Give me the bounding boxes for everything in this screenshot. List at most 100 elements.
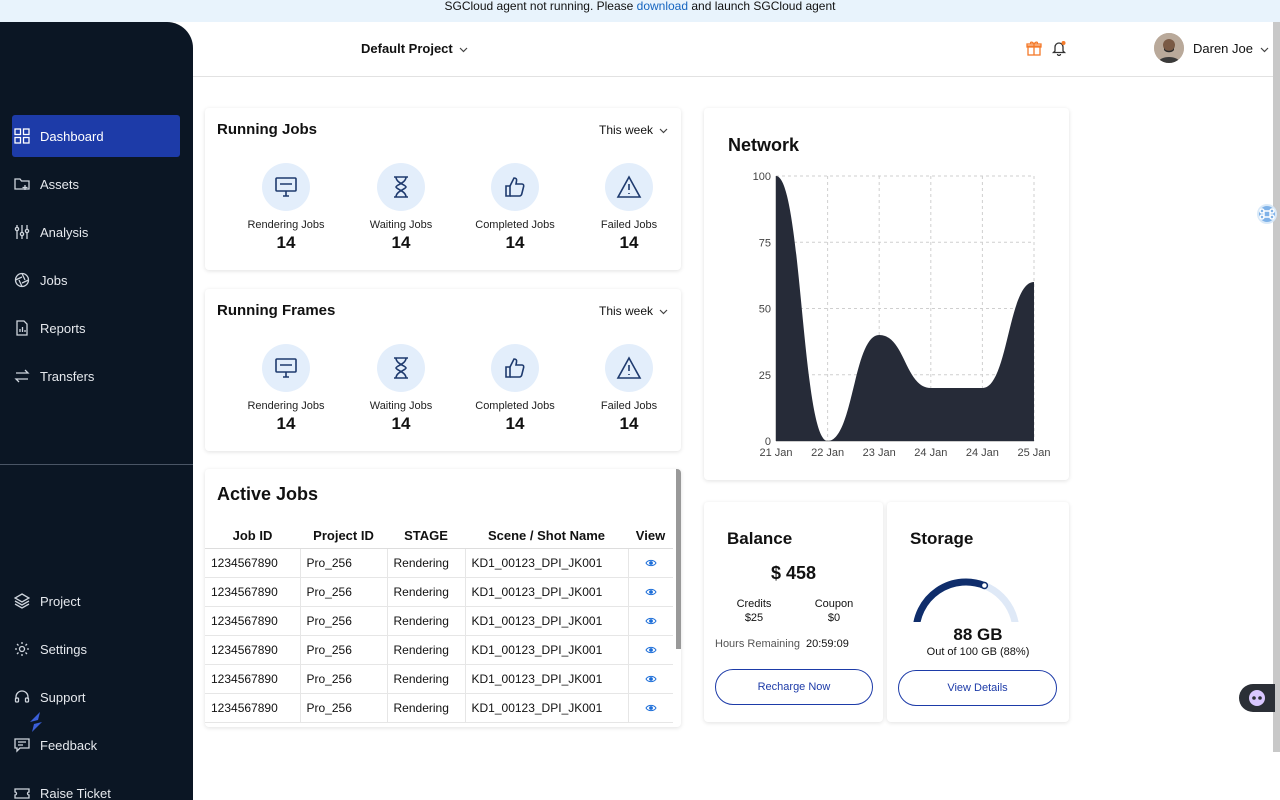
sidebar-item-settings[interactable]: Settings [12, 628, 180, 670]
active-jobs-card: Active Jobs Job ID Project ID STAGE Scen… [205, 469, 681, 727]
sidebar-item-label: Dashboard [40, 128, 104, 144]
table-cell: Pro_256 [300, 635, 388, 665]
column-header: STAGE [387, 523, 465, 549]
stat-label: Completed Jobs [475, 219, 555, 231]
recharge-now-button[interactable]: Recharge Now [715, 669, 873, 705]
hourglass-icon [377, 344, 425, 392]
card-title: Running Frames [217, 302, 336, 319]
stat-label: Completed Jobs [475, 400, 555, 412]
table-cell: 1234567890 [205, 693, 301, 723]
stat-label: Rendering Jobs [247, 219, 325, 231]
storage-used: 88 GB [953, 625, 1003, 644]
eye-icon[interactable] [645, 556, 657, 570]
card-title: Balance [727, 529, 793, 548]
brand-logo-icon [26, 710, 46, 734]
bell-icon[interactable] [1051, 40, 1069, 58]
sidebar-item-transfers[interactable]: Transfers [12, 355, 180, 397]
view-cell [628, 548, 673, 578]
column-header: View [628, 523, 673, 549]
sidebar-item-label: Transfers [40, 368, 95, 384]
headset-icon [14, 689, 30, 705]
eye-icon[interactable] [645, 672, 657, 686]
sidebar-item-jobs[interactable]: Jobs [12, 259, 180, 301]
thumbs-up-icon [491, 163, 539, 211]
stat-value: 14 [391, 233, 411, 252]
project-selector[interactable]: Default Project [361, 41, 468, 56]
x-tick-label: 25 Jan [1017, 447, 1050, 459]
sidebar-item-assets[interactable]: Assets [12, 163, 180, 205]
sidebar-item-raise-ticket[interactable]: Raise Ticket [12, 772, 180, 800]
table-cell: KD1_00123_DPI_JK001 [465, 635, 629, 665]
eye-icon[interactable] [645, 585, 657, 599]
sidebar-item-analysis[interactable]: Analysis [12, 211, 180, 253]
ticket-icon [14, 785, 30, 800]
gauge-fill [913, 578, 988, 622]
eye-icon[interactable] [645, 643, 657, 657]
network-card: Network 0 25 50 75 100 21 Jan 22 Jan 23 Jan 24 J… [704, 108, 1069, 480]
storage-card: Storage 88 GB Out of 100 GB (88%) View D… [887, 502, 1069, 722]
sidebar-item-dashboard[interactable]: Dashboard [12, 115, 180, 157]
x-tick-label: 24 Jan [914, 447, 947, 459]
stat-value: 14 [391, 414, 411, 433]
project-name: Default Project [361, 41, 453, 56]
view-cell [628, 664, 673, 694]
table-cell: KD1_00123_DPI_JK001 [465, 548, 629, 578]
table-row: 1234567890 Pro_256 Rendering KD1_00123_DPI_… [205, 548, 673, 578]
sidebar-item-label: Support [40, 689, 86, 705]
hours-remaining-value: 20:59:09 [806, 638, 849, 650]
view-cell [628, 635, 673, 665]
gift-icon[interactable] [1026, 40, 1044, 58]
eye-icon[interactable] [645, 701, 657, 715]
coupon-value: $0 [827, 612, 841, 624]
view-details-button[interactable]: View Details [898, 670, 1057, 706]
table-scrollbar[interactable] [676, 469, 681, 649]
column-header: Scene / Shot Name [465, 523, 628, 549]
transfer-icon [14, 368, 30, 384]
card-title: Active Jobs [217, 484, 319, 504]
banner-suffix: and launch SGCloud agent [691, 0, 836, 13]
table-cell: Pro_256 [300, 693, 388, 723]
card-title: Storage [910, 529, 974, 548]
command-shortcut-icon[interactable] [1257, 204, 1277, 224]
sidebar: Dashboard Assets Analysis Jobs Reports T… [0, 22, 193, 800]
hourglass-icon [377, 163, 425, 211]
column-header: Project ID [300, 523, 387, 549]
balance-card: Balance $ 458 Credits $25 Coupon $0 Hour… [704, 502, 883, 722]
table-cell: Rendering [387, 577, 466, 607]
x-tick-label: 22 Jan [811, 447, 844, 459]
stat-value: 14 [505, 233, 525, 252]
table-cell: 1234567890 [205, 548, 301, 578]
table-cell: Pro_256 [300, 548, 388, 578]
period-dropdown[interactable]: This week [599, 304, 668, 318]
chevron-down-icon [659, 123, 668, 137]
table-cell: 1234567890 [205, 577, 301, 607]
stat-failed-jobs: Failed Jobs 14 [579, 344, 679, 434]
eye-icon[interactable] [645, 614, 657, 628]
credits-label: Credits [736, 598, 772, 610]
stat-rendering-jobs: Rendering Jobs 14 [236, 163, 336, 253]
download-link[interactable]: download [637, 0, 688, 13]
chevron-down-icon [659, 304, 668, 318]
sidebar-item-label: Feedback [40, 737, 98, 753]
chat-bot-icon[interactable] [1239, 684, 1275, 712]
x-tick-label: 23 Jan [863, 447, 896, 459]
sidebar-item-reports[interactable]: Reports [12, 307, 180, 349]
y-tick-label: 25 [759, 370, 771, 382]
stat-value: 14 [619, 414, 639, 433]
top-header: Default Project Daren Joe [193, 22, 1273, 77]
table-cell: Rendering [387, 664, 466, 694]
sidebar-item-label: Project [40, 593, 81, 609]
user-menu[interactable]: Daren Joe [1154, 33, 1269, 63]
agent-warning-banner: SGCloud agent not running. Please downlo… [0, 0, 1280, 22]
table-cell: Pro_256 [300, 664, 388, 694]
page-scrollbar[interactable] [1273, 22, 1280, 752]
sidebar-item-project[interactable]: Project [12, 580, 180, 622]
table-cell: KD1_00123_DPI_JK001 [465, 664, 629, 694]
period-dropdown[interactable]: This week [599, 123, 668, 137]
stat-waiting-jobs: Waiting Jobs 14 [351, 344, 451, 434]
y-tick-label: 100 [753, 171, 771, 183]
table-row: 1234567890 Pro_256 Rendering KD1_00123_DPI_… [205, 606, 673, 636]
table-row: 1234567890 Pro_256 Rendering KD1_00123_DPI_… [205, 635, 673, 665]
card-title: Running Jobs [217, 121, 317, 138]
gear-icon [14, 641, 30, 657]
